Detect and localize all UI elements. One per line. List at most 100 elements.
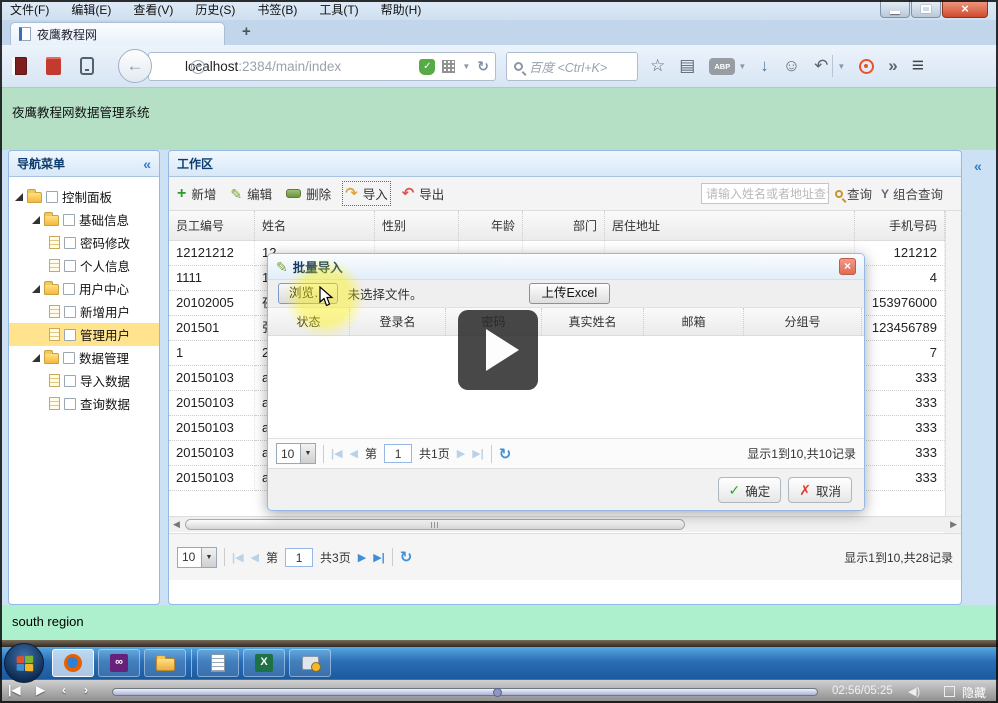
- east-collapse-icon[interactable]: «: [974, 158, 982, 174]
- back-button[interactable]: ←: [118, 49, 152, 83]
- play-button[interactable]: ▶: [36, 683, 45, 697]
- reload-icon[interactable]: ↻: [477, 58, 489, 75]
- menubar-item[interactable]: 工具(T): [319, 0, 358, 20]
- dialog-close-button[interactable]: ×: [839, 258, 856, 275]
- grid-header-cell[interactable]: 员工编号: [169, 211, 255, 241]
- browser-search-box[interactable]: 百度 <Ctrl+K>: [506, 52, 638, 81]
- browser-tab[interactable]: 夜鹰教程网: [10, 22, 225, 45]
- dialog-grid-header-cell[interactable]: 登录名: [350, 308, 446, 336]
- prev-page-button[interactable]: ◀: [350, 447, 358, 460]
- dialog-titlebar[interactable]: ✎ 批量导入 ×: [268, 254, 864, 280]
- employee-search-input[interactable]: 请输入姓名或者地址查询!: [701, 183, 829, 204]
- export-button[interactable]: ↶导出: [402, 184, 445, 203]
- taskbar-firefox[interactable]: [52, 649, 94, 677]
- refresh-button[interactable]: ↻: [499, 445, 512, 463]
- video-play-button[interactable]: [458, 310, 538, 390]
- page-number-input[interactable]: 1: [384, 444, 412, 463]
- url-bar[interactable]: localhost:2384/main/index ✓ ▼ ↻: [148, 52, 496, 81]
- send-to-device-icon[interactable]: [80, 57, 94, 75]
- menubar-item[interactable]: 书签(B): [257, 0, 297, 20]
- tree-item[interactable]: 密码修改: [9, 231, 159, 254]
- speaker-icon[interactable]: ◀): [908, 685, 920, 698]
- tree-item[interactable]: 用户中心: [9, 277, 159, 300]
- taskbar-admin-tool[interactable]: [289, 649, 331, 677]
- tree-item[interactable]: 基础信息: [9, 208, 159, 231]
- url-dropdown-icon[interactable]: ▼: [462, 62, 470, 71]
- minimize-button[interactable]: [880, 0, 910, 18]
- first-page-button[interactable]: |◀: [331, 447, 343, 460]
- scroll-right-icon[interactable]: ▶: [950, 519, 957, 530]
- next-page-button[interactable]: ▶: [358, 551, 366, 564]
- vertical-scrollbar[interactable]: [945, 211, 961, 541]
- tree-checkbox[interactable]: [64, 237, 76, 249]
- hide-label[interactable]: 隐藏: [962, 684, 986, 701]
- dialog-grid-header-cell[interactable]: 邮箱: [644, 308, 744, 336]
- tree-checkbox[interactable]: [63, 352, 75, 364]
- adblock-icon[interactable]: ABP▼: [709, 58, 746, 75]
- upload-excel-button[interactable]: 上传Excel: [529, 283, 611, 304]
- add-button[interactable]: +新增: [177, 184, 216, 203]
- last-page-button[interactable]: ▶|: [373, 551, 385, 564]
- weibo-icon[interactable]: [859, 59, 874, 74]
- tree-item[interactable]: 导入数据: [9, 369, 159, 392]
- taskbar-notepad[interactable]: [197, 649, 239, 677]
- tree-item[interactable]: 新增用户: [9, 300, 159, 323]
- close-window-button[interactable]: ×: [942, 0, 988, 18]
- grid-header-cell[interactable]: 手机号码: [855, 211, 945, 241]
- tree-checkbox[interactable]: [64, 329, 76, 341]
- grid-header-cell[interactable]: 性别: [375, 211, 459, 241]
- refresh-button[interactable]: ↻: [400, 548, 413, 566]
- ok-button[interactable]: ✓ 确定: [718, 477, 782, 503]
- undo-icon-group[interactable]: ↶▼: [814, 55, 845, 77]
- tree-checkbox[interactable]: [64, 398, 76, 410]
- import-button[interactable]: ↷导入: [345, 184, 388, 203]
- page-number-input[interactable]: 1: [285, 548, 313, 567]
- scroll-left-icon[interactable]: ◀: [173, 519, 180, 530]
- dialog-grid-header-cell[interactable]: 真实姓名: [542, 308, 644, 336]
- expand-icon[interactable]: [32, 285, 40, 293]
- delete-button[interactable]: 删除: [286, 184, 331, 203]
- grid-header-cell[interactable]: 姓名: [255, 211, 375, 241]
- menubar-item[interactable]: 编辑(E): [71, 0, 111, 20]
- tree-item[interactable]: 数据管理: [9, 346, 159, 369]
- page-size-select[interactable]: 10▼: [276, 443, 316, 464]
- grid-header-cell[interactable]: 年龄: [459, 211, 523, 241]
- start-button[interactable]: [4, 643, 44, 683]
- tree-checkbox[interactable]: [64, 375, 76, 387]
- maximize-button[interactable]: [911, 0, 941, 18]
- page-size-dropdown-icon[interactable]: ▼: [300, 444, 315, 463]
- tree-checkbox[interactable]: [46, 191, 58, 203]
- tree-item[interactable]: 查询数据: [9, 392, 159, 415]
- tree-item[interactable]: 个人信息: [9, 254, 159, 277]
- slider-thumb[interactable]: [493, 688, 502, 697]
- taskbar-visual-studio[interactable]: ∞: [98, 649, 140, 677]
- cancel-button[interactable]: ✗ 取消: [788, 477, 852, 503]
- next-button[interactable]: ›: [84, 683, 88, 697]
- more-tools-icon[interactable]: »: [888, 56, 897, 76]
- skip-start-button[interactable]: |◀: [8, 683, 21, 697]
- chat-smiley-icon[interactable]: ☺: [783, 56, 800, 76]
- scrollbar-thumb[interactable]: [185, 519, 685, 530]
- hamburger-menu-icon[interactable]: ≡: [912, 54, 924, 78]
- pocket-addon-icon[interactable]: [12, 57, 27, 75]
- security-shield-icon[interactable]: ✓: [419, 59, 435, 75]
- qr-code-icon[interactable]: [442, 60, 455, 73]
- taskbar-excel[interactable]: X: [243, 649, 285, 677]
- last-page-button[interactable]: ▶|: [472, 447, 484, 460]
- adblock-dropdown-icon[interactable]: ▼: [738, 62, 746, 71]
- dialog-grid-header-cell[interactable]: 状态: [268, 308, 350, 336]
- combo-query-button[interactable]: Y 组合查询: [881, 184, 943, 203]
- bookmarks-list-icon[interactable]: ▤: [679, 56, 695, 76]
- page-size-select[interactable]: 10▼: [177, 547, 217, 568]
- horizontal-scrollbar[interactable]: ◀ ▶: [169, 516, 961, 532]
- prev-page-button[interactable]: ◀: [251, 551, 259, 564]
- red-book-addon-icon[interactable]: [46, 57, 61, 75]
- hide-checkbox[interactable]: [944, 686, 955, 697]
- new-tab-button[interactable]: +: [242, 23, 251, 40]
- grid-header-cell[interactable]: 居住地址: [605, 211, 855, 241]
- tree-checkbox[interactable]: [64, 306, 76, 318]
- bookmark-star-icon[interactable]: ☆: [650, 56, 665, 76]
- query-button[interactable]: 查询: [835, 184, 872, 203]
- tree-checkbox[interactable]: [63, 214, 75, 226]
- first-page-button[interactable]: |◀: [232, 551, 244, 564]
